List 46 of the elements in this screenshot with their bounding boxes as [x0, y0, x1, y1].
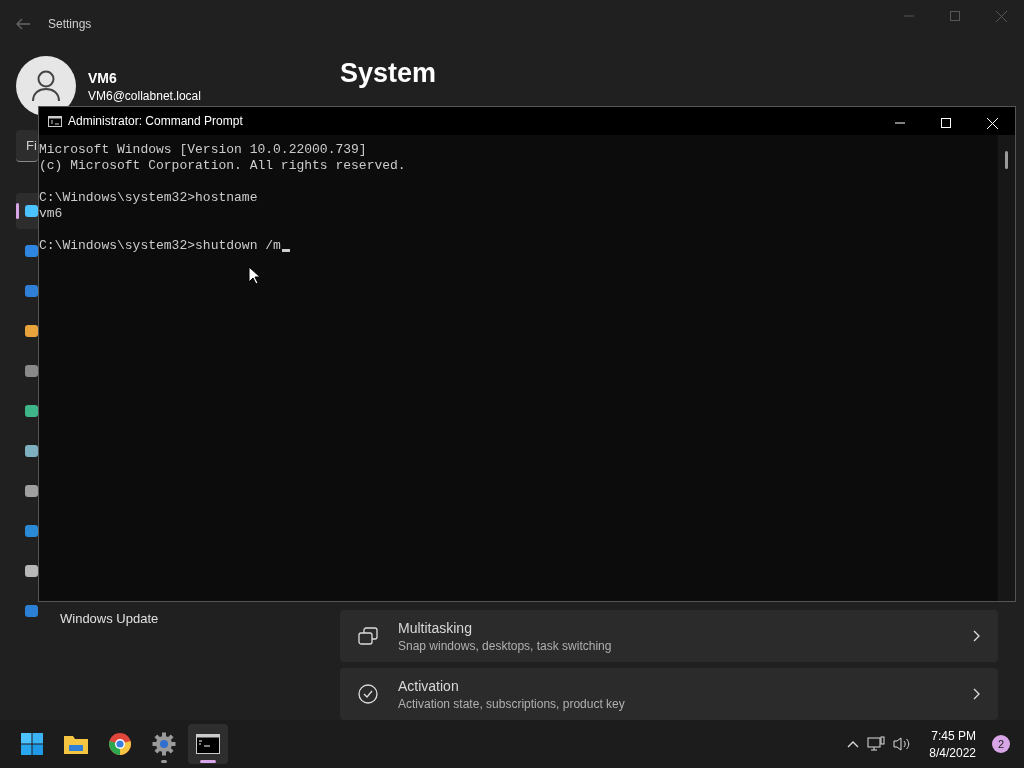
- network-icon[interactable]: [867, 736, 886, 752]
- settings-card[interactable]: Activation Activation state, subscriptions, product key: [340, 668, 998, 720]
- back-arrow-icon[interactable]: [16, 18, 30, 30]
- chevron-right-icon: [973, 630, 980, 642]
- person-icon: [31, 70, 61, 102]
- notification-badge[interactable]: 2: [992, 735, 1010, 753]
- account-name: VM6: [88, 69, 118, 86]
- console-icon: [48, 115, 62, 127]
- window-title: Settings: [48, 17, 93, 31]
- close-icon: [995, 10, 1007, 22]
- mouse-pointer-icon: [248, 266, 260, 285]
- gear-icon: [152, 732, 176, 756]
- console-line: C:\Windows\system32>shutdown /m: [39, 238, 281, 254]
- maximize-icon: [941, 118, 951, 128]
- folder-icon: [63, 733, 89, 755]
- window-title: Administrator: Command Prompt: [68, 114, 244, 128]
- console-line: (c) Microsoft Corporation. All rights reserved.: [39, 158, 406, 174]
- clock-time: 7:45 PM: [931, 728, 976, 743]
- card-subtitle: Activation state, subscriptions, product key: [398, 696, 626, 711]
- chevron-right-icon: [973, 688, 980, 700]
- start-icon: [20, 732, 44, 756]
- settings-card[interactable]: Multitasking Snap windows, desktops, task switching: [340, 610, 998, 662]
- close-icon: [986, 117, 998, 129]
- volume-icon[interactable]: [893, 736, 912, 752]
- windows-icon: [358, 627, 378, 645]
- terminal-icon: [196, 734, 220, 754]
- browser-icon: [108, 732, 132, 756]
- minimize-icon: [895, 122, 905, 124]
- scrollbar-thumb[interactable]: [1005, 151, 1008, 169]
- clock-date: 8/4/2022: [929, 745, 976, 760]
- search-field[interactable]: Fi: [16, 130, 38, 162]
- card-title: Activation: [398, 677, 460, 694]
- account-email: VM6@collabnet.local: [88, 88, 201, 103]
- taskbar-app-button[interactable]: [188, 724, 228, 764]
- page-title: System: [340, 58, 438, 89]
- check-circle-icon: [358, 684, 378, 704]
- nav-label[interactable]: Windows Update: [60, 610, 159, 626]
- card-subtitle: Snap windows, desktops, task switching: [398, 638, 613, 653]
- text-cursor: [281, 249, 290, 252]
- console-line: Microsoft Windows [Version 10.0.22000.739]: [39, 142, 367, 158]
- nav-item[interactable]: [16, 193, 38, 229]
- console-line: C:\Windows\system32>hostname: [39, 190, 258, 206]
- console-line: vm6: [39, 206, 63, 222]
- card-title: Multitasking: [398, 619, 473, 636]
- maximize-icon: [950, 11, 960, 21]
- chevron-up-icon[interactable]: [847, 740, 860, 748]
